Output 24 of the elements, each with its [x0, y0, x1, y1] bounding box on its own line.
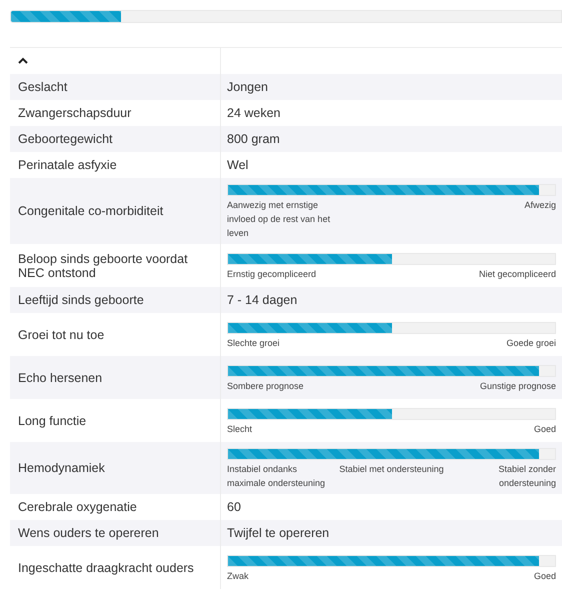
- scale-label: Zwak: [227, 570, 249, 582]
- scale-label: Instabiel ondanks maximale ondersteuning: [227, 463, 326, 490]
- scale-label: Afwezig: [524, 199, 556, 212]
- row-value: Twijfel te opereren: [227, 525, 330, 542]
- row-value: 24 weken: [227, 105, 281, 122]
- scale-label: Slechte groei: [227, 336, 280, 350]
- scale-label: Goede groei: [506, 336, 556, 350]
- scale-label: Ernstig gecompliceerd: [227, 268, 316, 280]
- scale-label: Gunstige prognose: [480, 380, 556, 392]
- row-label: Ingeschatte draagkracht ouders: [10, 546, 221, 589]
- row-value: 800 gram: [227, 131, 280, 148]
- scale-label: Aanwezig met ernstige invloed op de rest van het leven: [227, 199, 332, 240]
- row-value: Jongen: [227, 79, 268, 96]
- scale-label: Slecht: [227, 422, 252, 436]
- scale-label: Goed: [534, 422, 556, 436]
- scale-label: Stabiel met ondersteuning: [339, 463, 444, 476]
- scale-label: Niet gecompliceerd: [478, 268, 556, 280]
- row-value: Wel: [227, 157, 248, 174]
- row-value: 60: [227, 499, 241, 516]
- row-value: 7 - 14 dagen: [227, 292, 298, 309]
- chevron-up-icon[interactable]: [18, 57, 28, 65]
- scale-label: Goed: [534, 570, 556, 582]
- scale-label: Sombere prognose: [227, 380, 304, 392]
- scale-label: Stabiel zonder ondersteuning: [497, 463, 556, 490]
